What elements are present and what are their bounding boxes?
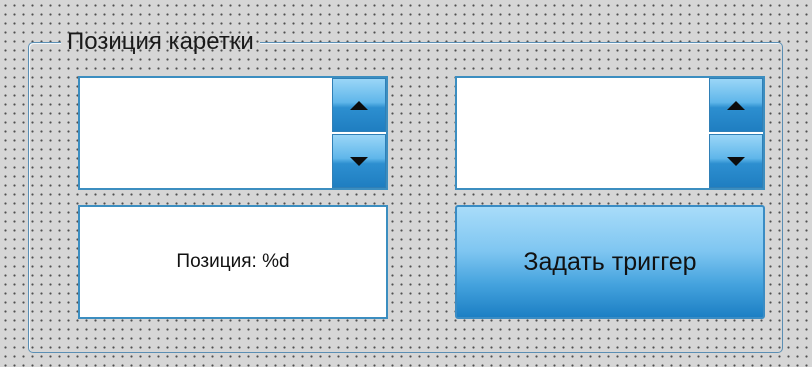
spinbox-left-input[interactable] bbox=[80, 78, 330, 188]
spinbox-left[interactable] bbox=[78, 76, 388, 190]
position-label: Позиция: %d bbox=[176, 251, 290, 272]
spinbox-right-down-button[interactable] bbox=[709, 134, 763, 188]
set-trigger-button-label: Задать триггер bbox=[523, 247, 697, 276]
arrow-down-icon bbox=[727, 156, 745, 166]
spinbox-right[interactable] bbox=[455, 76, 765, 190]
spinbox-right-up-button[interactable] bbox=[709, 78, 763, 132]
spinbox-left-down-button[interactable] bbox=[332, 134, 386, 188]
groupbox-title: Позиция каретки bbox=[61, 27, 260, 57]
arrow-up-icon bbox=[727, 100, 745, 110]
form-designer-canvas: Позиция каретки Позиция: %d Задать тригг… bbox=[0, 0, 812, 367]
spinbox-right-input[interactable] bbox=[457, 78, 707, 188]
arrow-up-icon bbox=[350, 100, 368, 110]
spinbox-left-up-button[interactable] bbox=[332, 78, 386, 132]
position-label-box: Позиция: %d bbox=[78, 205, 388, 319]
arrow-down-icon bbox=[350, 156, 368, 166]
set-trigger-button[interactable]: Задать триггер bbox=[455, 205, 765, 319]
